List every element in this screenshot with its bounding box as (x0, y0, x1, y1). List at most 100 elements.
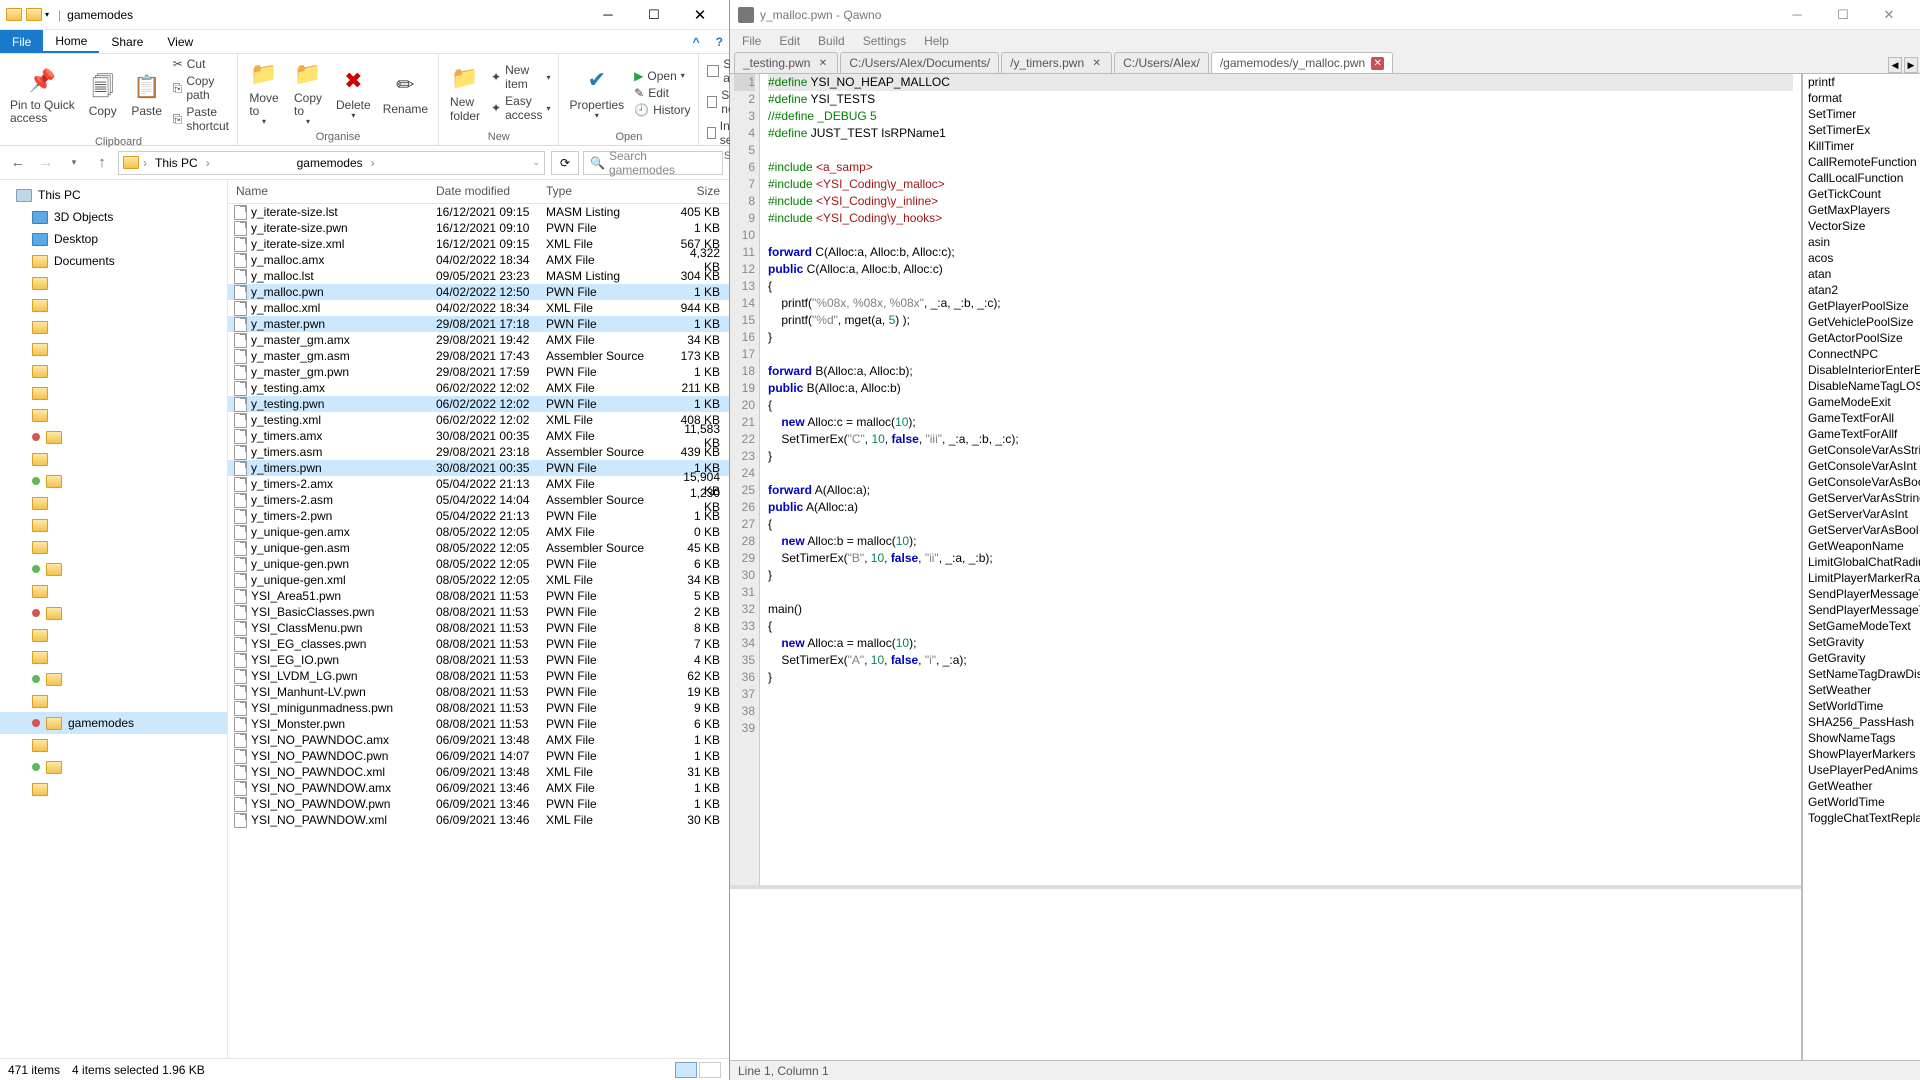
table-row[interactable]: y_unique-gen.xml08/05/2022 12:05XML File… (228, 572, 729, 588)
table-row[interactable]: y_malloc.xml04/02/2022 18:34XML File944 … (228, 300, 729, 316)
nav-back-button[interactable]: ← (6, 151, 30, 175)
function-item[interactable]: GetConsoleVarAsInt (1803, 458, 1920, 474)
output-panel[interactable] (730, 885, 1801, 1060)
table-row[interactable]: y_testing.pwn06/02/2022 12:02PWN File1 K… (228, 396, 729, 412)
function-item[interactable]: SetNameTagDrawDistance (1803, 666, 1920, 682)
line-number[interactable]: 39 (734, 720, 755, 737)
code-line[interactable] (768, 465, 1793, 482)
chevron-right-icon[interactable]: › (371, 156, 375, 170)
function-item[interactable]: ShowPlayerMarkers (1803, 746, 1920, 762)
delete-button[interactable]: ✖Delete▾ (332, 63, 375, 123)
editor-tab[interactable]: _testing.pwn✕ (734, 52, 838, 73)
code-line[interactable]: } (768, 669, 1793, 686)
nav-3d-objects[interactable]: 3D Objects (0, 206, 227, 228)
line-number[interactable]: 1 (734, 74, 755, 91)
function-item[interactable]: GetActorPoolSize (1803, 330, 1920, 346)
function-item[interactable]: GetServerVarAsInt (1803, 506, 1920, 522)
copy-button[interactable]: 🗐Copy (83, 69, 123, 120)
nav-folder[interactable] (0, 668, 227, 690)
function-item[interactable]: GetWorldTime (1803, 794, 1920, 810)
code-line[interactable]: #define JUST_TEST IsRPName1 (768, 125, 1793, 142)
line-number[interactable]: 9 (734, 210, 755, 227)
code-line[interactable] (768, 686, 1793, 703)
code-line[interactable]: new Alloc:c = malloc(10); (768, 414, 1793, 431)
table-row[interactable]: YSI_Manhunt-LV.pwn08/08/2021 11:53PWN Fi… (228, 684, 729, 700)
chevron-right-icon[interactable]: › (206, 156, 210, 170)
table-row[interactable]: y_timers-2.amx05/04/2022 21:13AMX File15… (228, 476, 729, 492)
function-item[interactable]: SetTimerEx (1803, 122, 1920, 138)
nav-folder[interactable] (0, 338, 227, 360)
nav-folder[interactable] (0, 646, 227, 668)
code-line[interactable]: } (768, 329, 1793, 346)
line-number[interactable]: 37 (734, 686, 755, 703)
code-line[interactable]: } (768, 567, 1793, 584)
function-item[interactable]: acos (1803, 250, 1920, 266)
line-number[interactable]: 10 (734, 227, 755, 244)
search-input[interactable]: 🔍 Search gamemodes (583, 151, 723, 175)
function-item[interactable]: CallRemoteFunction (1803, 154, 1920, 170)
editor-tab[interactable]: /gamemodes/y_malloc.pwn✕ (1211, 52, 1393, 73)
code-line[interactable]: #include <YSI_Coding\y_hooks> (768, 210, 1793, 227)
col-type[interactable]: Type (538, 180, 668, 203)
maximize-button[interactable]: ☐ (1820, 0, 1866, 30)
function-item[interactable]: GameModeExit (1803, 394, 1920, 410)
function-item[interactable]: GameTextForAllf (1803, 426, 1920, 442)
nav-folder[interactable] (0, 756, 227, 778)
line-number[interactable]: 26 (734, 499, 755, 516)
menu-build[interactable]: Build (810, 32, 853, 50)
code-line[interactable]: printf("%08x, %08x, %08x", _:a, _:b, _:c… (768, 295, 1793, 312)
function-item[interactable]: ConnectNPC (1803, 346, 1920, 362)
table-row[interactable]: YSI_NO_PAWNDOW.pwn06/09/2021 13:46PWN Fi… (228, 796, 729, 812)
code-line[interactable] (768, 584, 1793, 601)
nav-folder[interactable] (0, 492, 227, 514)
line-gutter[interactable]: 1234567891011121314151617181920212223242… (730, 74, 760, 885)
table-row[interactable]: y_malloc.pwn04/02/2022 12:50PWN File1 KB (228, 284, 729, 300)
code-line[interactable]: SetTimerEx("B", 10, false, "ii", _:a, _:… (768, 550, 1793, 567)
maximize-button[interactable]: ☐ (631, 0, 677, 30)
code-line[interactable]: #define YSI_NO_HEAP_MALLOC (768, 74, 1793, 91)
nav-desktop[interactable]: Desktop (0, 228, 227, 250)
code-line[interactable]: new Alloc:b = malloc(10); (768, 533, 1793, 550)
line-number[interactable]: 17 (734, 346, 755, 363)
nav-folder[interactable] (0, 316, 227, 338)
line-number[interactable]: 8 (734, 193, 755, 210)
line-number[interactable]: 35 (734, 652, 755, 669)
function-list[interactable]: printfformatSetTimerSetTimerExKillTimerC… (1802, 74, 1920, 1060)
easy-access-button[interactable]: ✦Easy access ▾ (489, 93, 552, 123)
code-line[interactable]: forward B(Alloc:a, Alloc:b); (768, 363, 1793, 380)
line-number[interactable]: 2 (734, 91, 755, 108)
table-row[interactable]: y_malloc.lst09/05/2021 23:23MASM Listing… (228, 268, 729, 284)
function-item[interactable]: atan (1803, 266, 1920, 282)
code-line[interactable]: public A(Alloc:a) (768, 499, 1793, 516)
line-number[interactable]: 23 (734, 448, 755, 465)
function-item[interactable]: SetTimer (1803, 106, 1920, 122)
table-row[interactable]: y_testing.xml06/02/2022 12:02XML File408… (228, 412, 729, 428)
table-row[interactable]: y_master_gm.pwn29/08/2021 17:59PWN File1… (228, 364, 729, 380)
table-row[interactable]: y_timers-2.pwn05/04/2022 21:13PWN File1 … (228, 508, 729, 524)
line-number[interactable]: 13 (734, 278, 755, 295)
nav-folder[interactable] (0, 536, 227, 558)
nav-folder[interactable] (0, 294, 227, 316)
close-icon[interactable]: ✕ (816, 57, 829, 70)
line-number[interactable]: 7 (734, 176, 755, 193)
function-item[interactable]: GetPlayerPoolSize (1803, 298, 1920, 314)
paste-button[interactable]: 📋Paste (127, 69, 167, 120)
code-line[interactable]: #include <YSI_Coding\y_malloc> (768, 176, 1793, 193)
code-line[interactable] (768, 720, 1793, 737)
code-line[interactable]: forward C(Alloc:a, Alloc:b, Alloc:c); (768, 244, 1793, 261)
table-row[interactable]: YSI_NO_PAWNDOW.amx06/09/2021 13:46AMX Fi… (228, 780, 729, 796)
line-number[interactable]: 33 (734, 618, 755, 635)
new-item-button[interactable]: ✦New item ▾ (489, 62, 552, 92)
function-item[interactable]: atan2 (1803, 282, 1920, 298)
code-line[interactable]: public C(Alloc:a, Alloc:b, Alloc:c) (768, 261, 1793, 278)
cut-button[interactable]: ✂Cut (171, 56, 231, 72)
menu-help[interactable]: Help (916, 32, 957, 50)
line-number[interactable]: 36 (734, 669, 755, 686)
nav-folder[interactable] (0, 382, 227, 404)
close-button[interactable]: ✕ (677, 0, 723, 30)
code-line[interactable]: #define YSI_TESTS (768, 91, 1793, 108)
code-line[interactable]: SetTimerEx("A", 10, false, "i", _:a); (768, 652, 1793, 669)
nav-this-pc[interactable]: This PC (0, 184, 227, 206)
function-item[interactable]: KillTimer (1803, 138, 1920, 154)
function-item[interactable]: CallLocalFunction (1803, 170, 1920, 186)
